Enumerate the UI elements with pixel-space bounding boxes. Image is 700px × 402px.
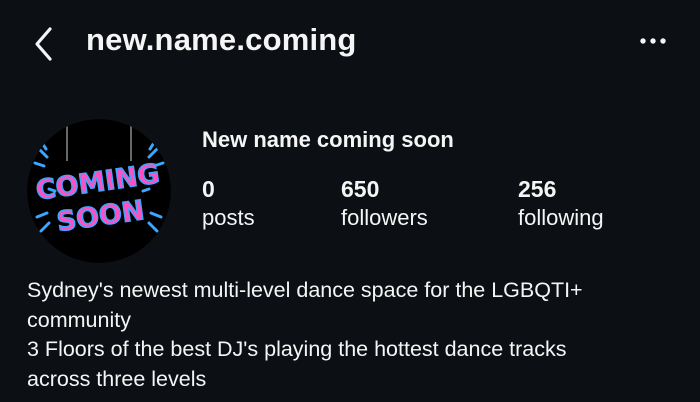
posts-label: posts bbox=[202, 205, 255, 230]
profile-display-name: New name coming soon bbox=[202, 127, 454, 152]
posts-stat[interactable]: 0 posts bbox=[202, 175, 255, 233]
following-count: 256 bbox=[518, 176, 557, 202]
chevron-left-icon bbox=[35, 27, 52, 61]
back-button[interactable] bbox=[30, 24, 60, 64]
profile-avatar[interactable]: COMING SOON bbox=[27, 119, 171, 263]
bio-line: community bbox=[27, 307, 131, 332]
followers-label: followers bbox=[341, 205, 428, 230]
bio-line: 3 Floors of the best DJ's playing the ho… bbox=[27, 337, 567, 361]
bio-line: across three levels bbox=[27, 366, 207, 391]
posts-count: 0 bbox=[202, 176, 215, 202]
coming-soon-logo: COMING SOON bbox=[27, 119, 171, 263]
followers-stat[interactable]: 650 followers bbox=[341, 175, 428, 233]
profile-bio: Sydney's newest multi-level dance space … bbox=[27, 276, 677, 394]
following-stat[interactable]: 256 following bbox=[518, 175, 604, 233]
top-bar: new.name.coming bbox=[0, 0, 700, 86]
profile-username: new.name.coming bbox=[86, 22, 357, 57]
bio-line: Sydney's newest multi-level dance space … bbox=[27, 278, 583, 302]
followers-count: 650 bbox=[341, 176, 380, 202]
more-options-button[interactable] bbox=[636, 30, 670, 52]
following-label: following bbox=[518, 205, 604, 230]
more-horizontal-icon bbox=[640, 38, 666, 44]
